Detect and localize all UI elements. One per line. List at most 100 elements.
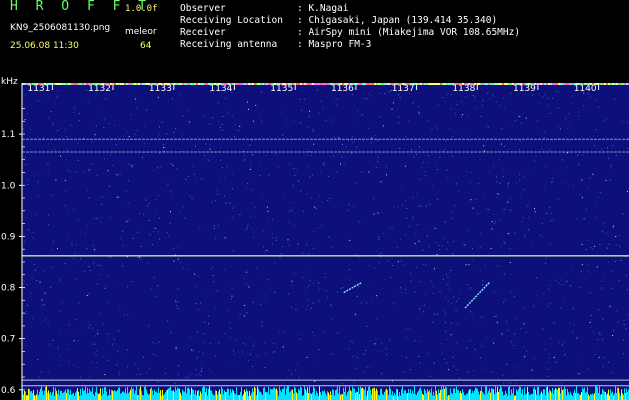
bottom-bar-segment [336,389,337,400]
bottom-bar-segment [52,392,53,400]
bottom-bar-segment [88,393,89,400]
bottom-bar-segment [479,394,480,400]
bottom-bar-segment [139,388,140,400]
noise-speck [264,342,265,344]
noise-speck [327,200,329,201]
noise-speck [37,181,39,182]
noise-speck [438,245,440,246]
bottom-bar-segment [259,391,260,400]
noise-speck [444,100,446,102]
noise-speck [410,272,412,274]
bottom-bar-segment [545,395,546,400]
noise-speck [518,149,520,151]
noise-speck [312,129,314,131]
file-unit: meleor [125,27,157,37]
noise-speck [211,201,213,203]
noise-speck [582,154,584,156]
noise-speck [89,324,91,326]
noise-speck [587,187,589,188]
noise-speck [542,328,544,330]
bottom-bar-segment [584,387,585,400]
bottom-bar-segment [573,392,574,400]
noise-speck [419,178,421,180]
top-strip-dot [618,83,620,85]
bottom-bar-segment [141,390,142,400]
noise-speck [27,304,28,306]
bottom-bar-segment [77,388,78,400]
bottom-bar-segment [42,390,43,400]
noise-speck [303,98,305,100]
noise-speck [315,359,317,361]
noise-speck [243,315,245,317]
bottom-bar-segment [330,391,331,400]
top-strip-dot [242,83,244,85]
noise-speck [261,120,263,122]
bottom-bar-segment [99,393,100,400]
bottom-bar-segment [237,395,238,400]
noise-speck [515,318,517,320]
noise-speck [499,104,501,106]
noise-speck [279,257,281,259]
top-strip-dot [72,83,74,85]
noise-speck [580,270,582,272]
bottom-bar-segment [390,388,391,400]
noise-speck [289,163,291,165]
noise-speck [410,280,412,282]
bottom-bar-segment [303,395,304,400]
bottom-bar-segment [307,387,308,400]
noise-speck [307,300,309,301]
noise-speck [301,109,303,111]
x-tick-label: 1131 [27,84,50,94]
bottom-bar-segment [606,394,607,400]
noise-speck [430,280,432,282]
bottom-bar-segment [557,389,558,400]
bottom-bar-segment [317,393,318,400]
bottom-bar-segment [107,395,108,400]
bottom-bar-segment [157,393,158,400]
bottom-bar-segment [595,386,596,400]
bottom-bar-segment [137,395,138,400]
noise-speck [620,260,622,262]
noise-speck [244,159,246,161]
noise-speck [245,271,247,273]
bottom-bar-segment [477,388,478,400]
bottom-bar-segment [277,390,278,400]
bottom-bar-segment [551,392,552,400]
top-strip-dot [236,83,238,85]
top-strip-dot [422,83,424,85]
bottom-bar-segment [624,388,625,400]
bottom-bar-segment [305,389,306,400]
bottom-bar-segment [528,392,529,400]
bottom-bar-segment [482,391,483,400]
file-name: KN9_2506081130.png [10,23,111,33]
noise-speck [314,380,315,382]
noise-speck [455,183,457,185]
noise-speck [144,125,146,127]
bottom-bar-segment [136,386,137,400]
noise-speck [602,273,604,275]
noise-speck [598,332,600,334]
noise-speck [347,139,349,141]
top-strip-dot [388,83,390,85]
noise-speck [627,245,629,247]
noise-speck [182,267,184,269]
noise-speck [619,246,621,248]
noise-speck [432,321,434,323]
noise-speck [402,205,404,206]
bottom-bar-segment [393,395,394,400]
noise-speck [263,299,265,301]
top-strip-dot [606,83,608,85]
noise-speck [161,122,163,123]
top-strip-dot [482,83,484,85]
noise-speck [32,232,34,233]
noise-speck [86,225,88,227]
noise-speck [446,362,447,364]
noise-speck [602,318,604,320]
noise-speck [220,159,222,161]
top-strip-dot [142,83,144,85]
noise-speck [561,284,563,286]
bottom-bar-segment [345,386,346,400]
x-tick-label: 1138 [452,84,475,94]
noise-speck [207,291,209,293]
bottom-bar-segment [329,394,330,400]
